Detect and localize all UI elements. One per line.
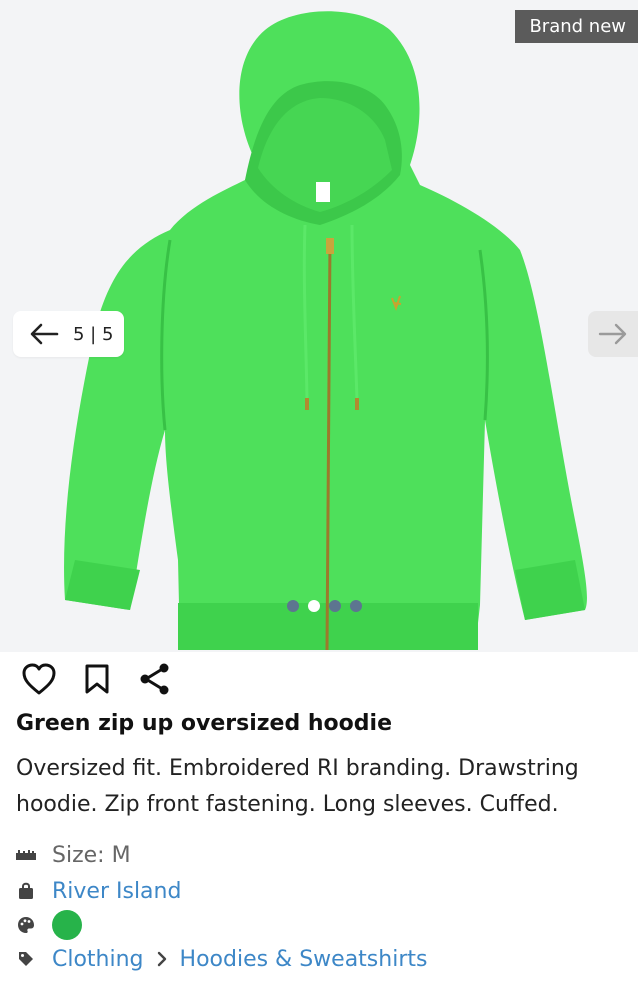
share-icon (140, 663, 169, 695)
category-link[interactable]: Clothing (52, 947, 144, 972)
product-title: Green zip up oversized hoodie (16, 711, 392, 736)
pagination-dot[interactable] (350, 600, 362, 612)
image-counter: 5 | 5 (73, 323, 114, 345)
pagination-dot[interactable] (287, 600, 299, 612)
like-button[interactable] (20, 660, 58, 698)
image-pagination (287, 600, 362, 612)
previous-image-button[interactable]: 5 | 5 (13, 311, 124, 357)
subcategory-link[interactable]: Hoodies & Sweatshirts (180, 947, 428, 972)
next-image-button[interactable] (588, 311, 638, 357)
ruler-icon (16, 845, 36, 865)
pagination-dot-active[interactable] (308, 600, 320, 612)
heart-icon (22, 663, 56, 695)
arrow-right-icon (598, 323, 627, 345)
palette-icon (16, 915, 36, 935)
arrow-left-icon (30, 323, 59, 345)
action-bar (20, 660, 174, 698)
pagination-dot[interactable] (329, 600, 341, 612)
size-value: Size: M (52, 842, 131, 868)
chevron-right-icon (156, 950, 168, 968)
category-breadcrumb: Clothing Hoodies & Sweatshirts (16, 942, 626, 976)
share-button[interactable] (136, 660, 174, 698)
color-swatch (52, 910, 82, 940)
bookmark-button[interactable] (78, 660, 116, 698)
bookmark-icon (85, 664, 109, 694)
brand-link[interactable]: River Island (52, 879, 181, 904)
tag-icon (16, 949, 36, 969)
condition-badge: Brand new (515, 10, 638, 43)
color-row (16, 908, 626, 942)
size-row: Size: M (16, 838, 626, 872)
image-gallery[interactable]: Brand new 5 | 5 (0, 0, 638, 652)
shopping-bag-icon (16, 881, 36, 901)
brand-row: River Island (16, 874, 626, 908)
product-description: Oversized fit. Embroidered RI branding. … (16, 756, 579, 817)
